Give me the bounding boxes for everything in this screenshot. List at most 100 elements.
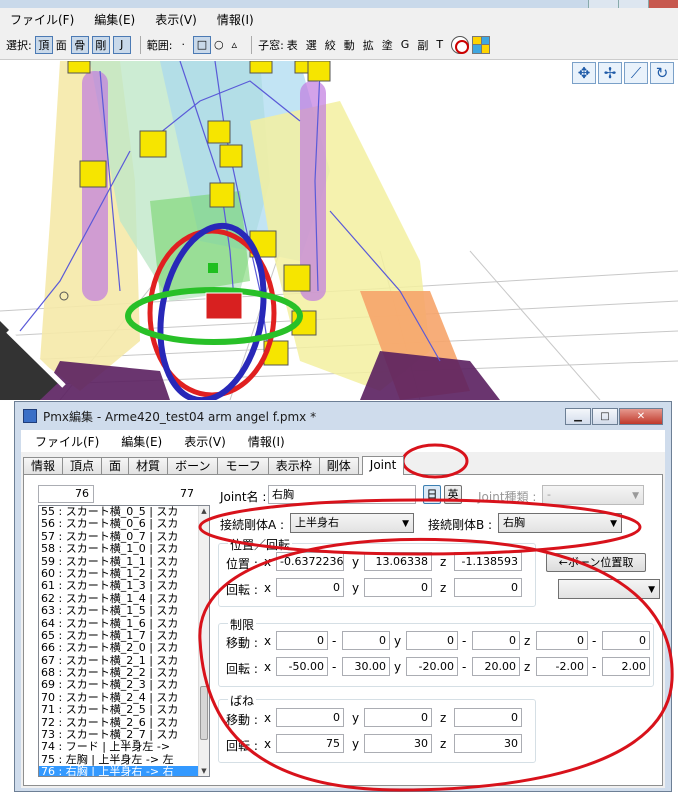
limit-move-y-min-input[interactable]: 0: [406, 631, 458, 650]
range-point-button[interactable]: ·: [181, 38, 185, 51]
list-item[interactable]: 70 : スカート横_2_4 | スカ: [39, 692, 199, 704]
tab-info[interactable]: 情報: [23, 457, 64, 474]
subwin-move-button[interactable]: 動: [344, 37, 355, 53]
move-cross-icon[interactable]: ✥: [572, 62, 596, 84]
pos-z-input[interactable]: -1.138593: [454, 552, 522, 571]
range-circle-button[interactable]: ○: [214, 38, 224, 51]
list-item[interactable]: 64 : スカート横_1_6 | スカ: [39, 618, 199, 630]
list-item[interactable]: 76 : 右胸 | 上半身右 -> 右: [39, 766, 199, 776]
bg-window-controls[interactable]: [588, 0, 678, 8]
tab-joint[interactable]: Joint: [361, 456, 405, 475]
limit-move-x-min-input[interactable]: 0: [276, 631, 328, 650]
body-b-select[interactable]: 右胸 ▼: [498, 513, 622, 533]
list-item[interactable]: 71 : スカート横_2_5 | スカ: [39, 704, 199, 716]
select-vertex-button[interactable]: 頂: [34, 35, 53, 54]
list-item[interactable]: 60 : スカート横_1_2 | スカ: [39, 568, 199, 580]
tab-rigidbody[interactable]: 剛体: [318, 457, 359, 474]
bone-select[interactable]: ▼: [558, 579, 660, 599]
tab-display-frame[interactable]: 表示枠: [267, 457, 320, 474]
editor-titlebar[interactable]: Pmx編集 - Arme420_test04 arm angel f.pmx *…: [15, 402, 671, 430]
limit-move-x-max-input[interactable]: 0: [342, 631, 390, 650]
range-rect-button[interactable]: □: [192, 35, 211, 54]
grid-toggle-icon[interactable]: [472, 35, 491, 54]
scroll-thumb[interactable]: [200, 686, 208, 740]
lang-jp-button[interactable]: 日: [423, 485, 441, 504]
spring-rot-x-input[interactable]: 75: [276, 734, 344, 753]
bone-position-button[interactable]: ←ボーン位置取: [546, 553, 646, 572]
3d-viewport[interactable]: [0, 61, 678, 400]
list-item[interactable]: 75 : 左胸 | 上半身左 -> 左: [39, 754, 199, 766]
bg-menu-info[interactable]: 情報(I): [217, 11, 254, 28]
tab-morph[interactable]: モーフ: [217, 457, 269, 474]
select-joint-button[interactable]: J: [112, 35, 131, 54]
joint-name-input[interactable]: 右胸: [268, 485, 416, 504]
limit-rot-z-min-input[interactable]: -2.00: [536, 657, 588, 676]
scroll-up-icon[interactable]: ▲: [200, 507, 208, 515]
limit-move-y-max-input[interactable]: 0: [472, 631, 520, 650]
tab-material[interactable]: 材質: [128, 457, 169, 474]
tab-face[interactable]: 面: [101, 457, 130, 474]
rotate-icon[interactable]: ↻: [650, 62, 674, 84]
limit-rot-x-max-input[interactable]: 30.00: [342, 657, 390, 676]
select-rigidbody-button[interactable]: 剛: [91, 35, 110, 54]
bg-menu-edit[interactable]: 編集(E): [94, 11, 135, 28]
list-item[interactable]: 61 : スカート横_1_3 | スカ: [39, 580, 199, 592]
list-item[interactable]: 62 : スカート横_1_4 | スカ: [39, 593, 199, 605]
joint-index-input[interactable]: 76: [38, 485, 94, 503]
range-triangle-button[interactable]: ▵: [232, 38, 238, 51]
gizmo-toggle-icon[interactable]: [451, 35, 470, 54]
lang-en-button[interactable]: 英: [444, 485, 462, 504]
spring-move-y-input[interactable]: 0: [364, 708, 432, 727]
limit-rot-z-max-input[interactable]: 2.00: [602, 657, 650, 676]
menu-file[interactable]: ファイル(F): [35, 433, 99, 450]
list-item[interactable]: 74 : フード | 上半身左 ->: [39, 741, 199, 753]
subwin-sub-button[interactable]: 副: [417, 37, 428, 53]
subwin-select-button[interactable]: 選: [306, 37, 317, 53]
list-item[interactable]: 56 : スカート横_0_6 | スカ: [39, 518, 199, 530]
rot-x-input[interactable]: 0: [276, 578, 344, 597]
close-button[interactable]: ✕: [619, 408, 663, 425]
limit-rot-y-min-input[interactable]: -20.00: [406, 657, 458, 676]
limit-rot-x-min-input[interactable]: -50.00: [276, 657, 328, 676]
list-item[interactable]: 63 : スカート横_1_5 | スカ: [39, 605, 199, 617]
subwin-scale-button[interactable]: 拡: [363, 37, 374, 53]
rot-z-input[interactable]: 0: [454, 578, 522, 597]
menu-info[interactable]: 情報(I): [248, 433, 285, 450]
subwin-paint-button[interactable]: 塗: [382, 37, 393, 53]
list-item[interactable]: 57 : スカート横_0_7 | スカ: [39, 531, 199, 543]
list-scrollbar[interactable]: ▲ ▼: [198, 506, 209, 776]
list-item[interactable]: 55 : スカート横_0_5 | スカ: [39, 506, 199, 518]
bg-menu-view[interactable]: 表示(V): [155, 11, 197, 28]
limit-move-z-max-input[interactable]: 0: [602, 631, 650, 650]
tab-bone[interactable]: ボーン: [167, 457, 219, 474]
limit-move-z-min-input[interactable]: 0: [536, 631, 588, 650]
spring-rot-y-input[interactable]: 30: [364, 734, 432, 753]
list-item[interactable]: 59 : スカート横_1_1 | スカ: [39, 556, 199, 568]
subwin-group-button[interactable]: G: [401, 38, 410, 51]
move-axes-icon[interactable]: ✢: [598, 62, 622, 84]
select-bone-button[interactable]: 骨: [70, 35, 89, 54]
joint-type-select[interactable]: - ▼: [542, 485, 644, 505]
joint-list[interactable]: 55 : スカート横_0_5 | スカ 56 : スカート横_0_6 | スカ 57…: [38, 505, 210, 777]
bone-tool-icon[interactable]: ⟋: [624, 62, 648, 84]
subwin-filter-button[interactable]: 絞: [325, 37, 336, 53]
tab-vertex[interactable]: 頂点: [62, 457, 103, 474]
list-item[interactable]: 73 : スカート横_2_7 | スカ: [39, 729, 199, 741]
list-item[interactable]: 68 : スカート横_2_2 | スカ: [39, 667, 199, 679]
pos-y-input[interactable]: 13.06338: [364, 552, 432, 571]
list-item[interactable]: 58 : スカート横_1_0 | スカ: [39, 543, 199, 555]
list-item[interactable]: 69 : スカート横_2_3 | スカ: [39, 679, 199, 691]
scroll-down-icon[interactable]: ▼: [200, 767, 208, 775]
body-a-select[interactable]: 上半身右 ▼: [290, 513, 414, 533]
subwin-t-button[interactable]: T: [436, 38, 443, 51]
list-item[interactable]: 67 : スカート横_2_1 | スカ: [39, 655, 199, 667]
list-item[interactable]: 72 : スカート横_2_6 | スカ: [39, 717, 199, 729]
spring-move-x-input[interactable]: 0: [276, 708, 344, 727]
list-item[interactable]: 66 : スカート横_2_0 | スカ: [39, 642, 199, 654]
bg-menu-file[interactable]: ファイル(F): [10, 11, 74, 28]
subwin-table-button[interactable]: 表: [287, 37, 298, 53]
list-item[interactable]: 65 : スカート横_1_7 | スカ: [39, 630, 199, 642]
rot-y-input[interactable]: 0: [364, 578, 432, 597]
menu-view[interactable]: 表示(V): [184, 433, 226, 450]
maximize-button[interactable]: □: [592, 408, 618, 425]
